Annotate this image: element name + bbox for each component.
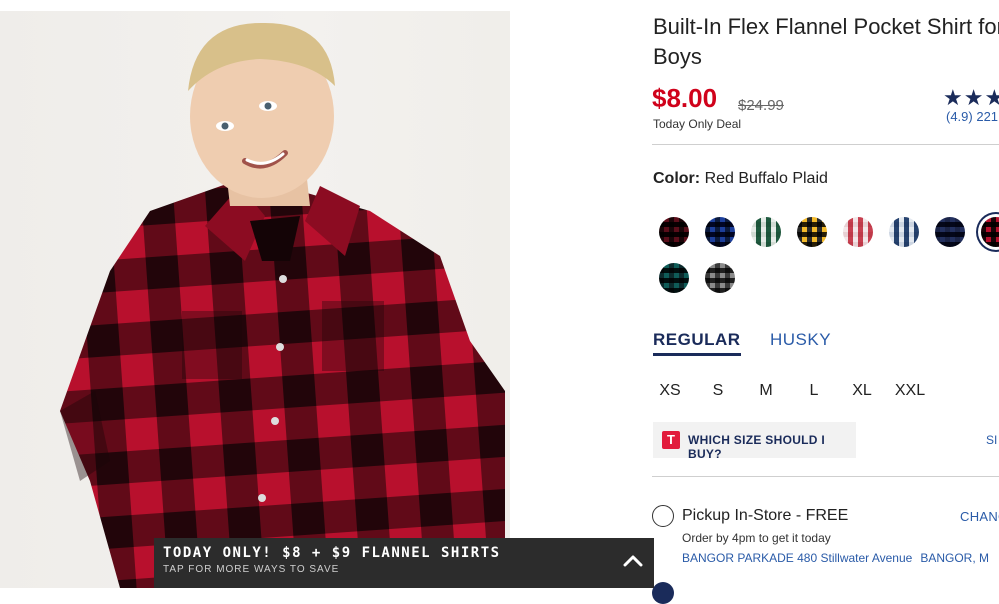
color-swatch-navy-white-plaid[interactable] xyxy=(889,217,919,247)
size-xl[interactable]: XL xyxy=(842,382,882,400)
divider xyxy=(652,144,999,145)
color-swatch-red-black-plaid[interactable] xyxy=(659,217,689,247)
which-size-button[interactable]: T WHICH SIZE SHOULD I BUY? xyxy=(653,422,856,461)
promo-subtitle: TAP FOR MORE WAYS TO SAVE xyxy=(163,564,340,575)
size-help-t-icon: T xyxy=(662,431,680,449)
color-swatch-gray-plaid[interactable] xyxy=(705,263,735,293)
rating-reviews-link[interactable]: (4.9) 221 xyxy=(946,109,998,124)
size-chart-link[interactable]: SI xyxy=(986,433,997,447)
color-swatch-blue-plaid[interactable] xyxy=(705,217,735,247)
product-title-line-1: Built-In Flex Flannel Pocket Shirt for xyxy=(653,14,999,39)
store-name: BANGOR PARKADE 480 Stillwater Avenue xyxy=(682,551,913,565)
change-store-link[interactable]: CHANG xyxy=(960,509,999,524)
color-swatch-teal-plaid[interactable] xyxy=(659,263,689,293)
color-swatch-red-white-plaid[interactable] xyxy=(843,217,873,247)
color-swatch-navy-solid[interactable] xyxy=(935,217,965,247)
color-swatch-yellow-black-plaid[interactable] xyxy=(797,217,827,247)
promo-banner[interactable]: TODAY ONLY! $8 + $9 FLANNEL SHIRTS TAP F… xyxy=(154,538,654,588)
size-m[interactable]: M xyxy=(746,382,786,400)
size-s[interactable]: S xyxy=(698,382,738,400)
pickup-radio[interactable] xyxy=(652,505,674,527)
sale-price: $8.00 xyxy=(652,83,718,113)
chevron-up-icon[interactable] xyxy=(622,550,644,572)
product-title: Built-In Flex Flannel Pocket Shirt for B… xyxy=(653,12,999,72)
color-swatch-red-buffalo-plaid[interactable] xyxy=(981,217,999,247)
store-address[interactable]: BANGOR PARKADE 480 Stillwater Avenue BANG… xyxy=(682,551,989,565)
color-label: Color: xyxy=(653,170,701,187)
divider xyxy=(652,476,999,477)
promo-title: TODAY ONLY! $8 + $9 FLANNEL SHIRTS xyxy=(163,545,501,561)
selected-color-name: Red Buffalo Plaid xyxy=(704,170,828,187)
color-selection-label: Color: Red Buffalo Plaid xyxy=(653,170,828,188)
tab-husky[interactable]: HUSKY xyxy=(770,330,831,350)
deal-label: Today Only Deal xyxy=(653,117,742,131)
size-xxl[interactable]: XXL xyxy=(890,382,930,400)
pickup-label: Pickup In-Store - FREE xyxy=(682,507,849,524)
rating-stars-icon[interactable]: ★★★★ xyxy=(943,85,999,111)
store-city: BANGOR, M xyxy=(920,551,989,565)
size-l[interactable]: L xyxy=(794,382,834,400)
product-image[interactable] xyxy=(0,11,510,588)
which-size-label: WHICH SIZE SHOULD I BUY? xyxy=(688,433,826,461)
original-price: $24.99 xyxy=(738,97,784,114)
shipping-radio[interactable] xyxy=(652,582,674,604)
size-xs[interactable]: XS xyxy=(650,382,690,400)
order-by-text: Order by 4pm to get it today xyxy=(682,531,831,545)
color-swatch-green-white-plaid[interactable] xyxy=(751,217,781,247)
tab-regular[interactable]: REGULAR xyxy=(653,330,741,356)
product-title-line-2: Boys xyxy=(653,44,702,69)
